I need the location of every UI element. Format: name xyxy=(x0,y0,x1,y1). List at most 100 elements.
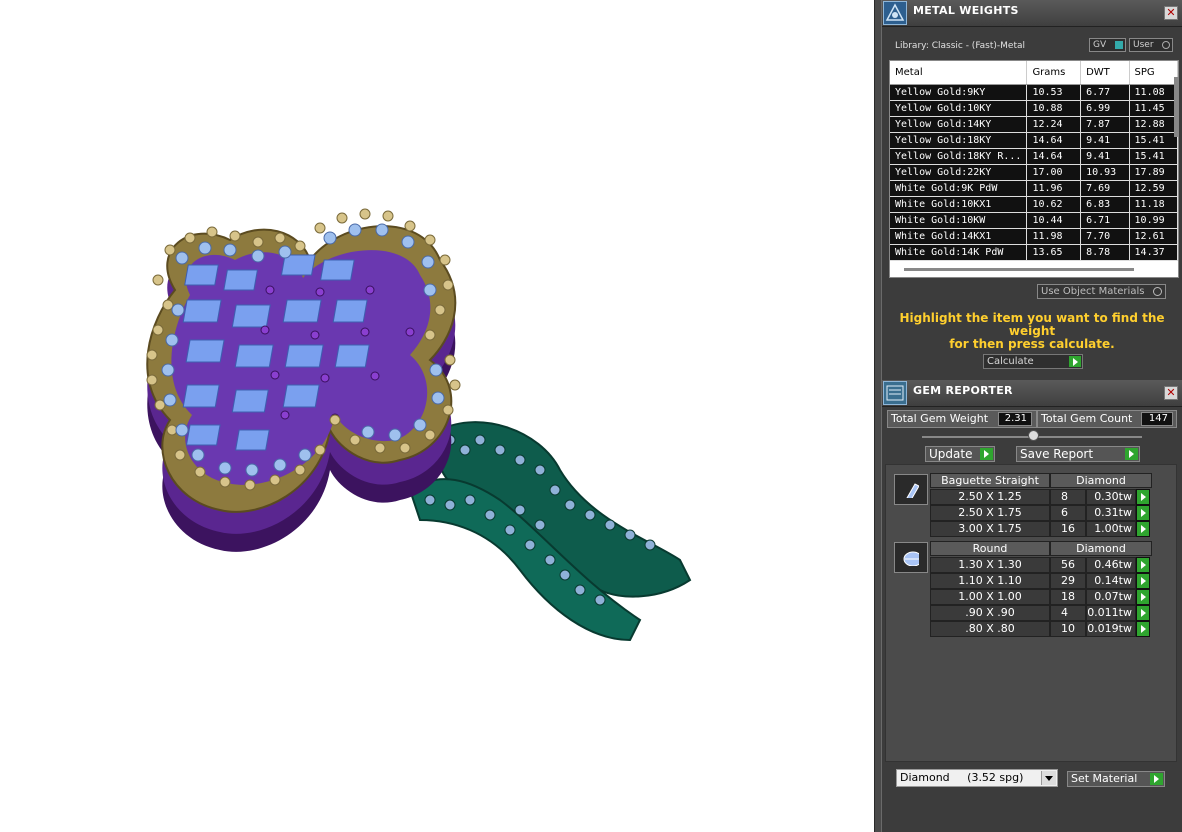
go-arrow-icon xyxy=(1069,356,1081,367)
col-grams[interactable]: Grams xyxy=(1026,61,1082,85)
update-label: Update xyxy=(929,447,973,461)
dwt-value: 6.99 xyxy=(1080,100,1130,117)
metal-table-header: Metal Grams DWT SPG xyxy=(890,61,1178,85)
metal-row[interactable]: Yellow Gold:18KY 14.64 9.41 15.41 xyxy=(890,132,1178,149)
metal-row[interactable]: White Gold:14K PdW 13.65 8.78 14.37 xyxy=(890,244,1178,261)
close-icon[interactable]: ✕ xyxy=(1164,386,1178,400)
material-label: Diamond xyxy=(1050,473,1152,488)
metal-row[interactable]: Yellow Gold:18KY R... 14.64 9.41 15.41 xyxy=(890,148,1178,165)
user-toggle[interactable]: User xyxy=(1129,38,1173,52)
go-arrow-icon[interactable] xyxy=(1136,573,1150,589)
metal-name: Yellow Gold:10KY xyxy=(890,100,1028,117)
go-arrow-icon[interactable] xyxy=(1136,557,1150,573)
calculate-button[interactable]: Calculate xyxy=(983,354,1083,369)
gem-totals: Total Gem Weight 2.31 Total Gem Count 14… xyxy=(887,410,1177,428)
total-gem-count-value: 147 xyxy=(1141,412,1173,426)
gem-total-weight: 0.31tw xyxy=(1086,505,1136,521)
spg-value: 12.88 xyxy=(1129,116,1178,133)
save-report-label: Save Report xyxy=(1020,447,1094,461)
dwt-value: 7.87 xyxy=(1080,116,1130,133)
use-object-materials-toggle[interactable]: Use Object Materials xyxy=(1037,284,1166,299)
go-arrow-icon[interactable] xyxy=(1136,489,1150,505)
gem-report-list[interactable]: Baguette Straight Diamond 2.50 X 1.25 8 … xyxy=(885,464,1177,762)
library-label: Library: Classic - (Fast)-Metal xyxy=(895,41,1026,51)
metal-row[interactable]: Yellow Gold:14KY 12.24 7.87 12.88 xyxy=(890,116,1178,133)
metal-table[interactable]: Metal Grams DWT SPG Yellow Gold:9KY 10.53… xyxy=(889,60,1179,278)
shape-label: Round xyxy=(930,541,1050,556)
set-material-button[interactable]: Set Material xyxy=(1067,771,1165,787)
gem-count: 56 xyxy=(1050,557,1086,573)
set-material-label: Set Material xyxy=(1071,772,1138,785)
gv-toggle[interactable]: GV xyxy=(1089,38,1126,52)
gem-reporter-icon xyxy=(883,381,907,405)
spg-value: 12.61 xyxy=(1129,228,1178,245)
spg-value: 11.08 xyxy=(1129,84,1178,101)
green-bail xyxy=(408,421,692,642)
spg-value: 10.99 xyxy=(1129,212,1178,229)
col-dwt[interactable]: DWT xyxy=(1080,61,1130,85)
metal-row[interactable]: Yellow Gold:10KY 10.88 6.99 11.45 xyxy=(890,100,1178,117)
vertical-scrollbar[interactable] xyxy=(1174,77,1178,137)
grams-value: 11.96 xyxy=(1026,180,1082,197)
col-metal[interactable]: Metal xyxy=(890,61,1028,85)
3d-viewport[interactable] xyxy=(0,0,874,832)
gem-count: 18 xyxy=(1050,589,1086,605)
gem-size: 2.50 X 1.75 xyxy=(930,505,1050,521)
material-select-value: Diamond (3.52 spg) xyxy=(900,771,1024,784)
close-icon[interactable]: ✕ xyxy=(1164,6,1178,20)
dwt-value: 9.41 xyxy=(1080,148,1130,165)
gem-size: 2.50 X 1.25 xyxy=(930,489,1050,505)
grams-value: 14.64 xyxy=(1026,132,1082,149)
gv-toggle-label: GV xyxy=(1093,40,1107,50)
pendant-model xyxy=(146,208,692,642)
spg-value: 14.37 xyxy=(1129,244,1178,261)
gem-total-weight: 0.46tw xyxy=(1086,557,1136,573)
metal-weights-panel: METAL WEIGHTS ✕ Library: Classic - (Fast… xyxy=(882,0,1182,380)
update-button[interactable]: Update xyxy=(925,446,995,462)
gem-total-weight: 1.00tw xyxy=(1086,521,1136,537)
go-arrow-icon xyxy=(1150,773,1163,785)
go-arrow-icon[interactable] xyxy=(1136,605,1150,621)
chevron-down-icon[interactable] xyxy=(1041,771,1056,785)
metal-row[interactable]: White Gold:14KX1 11.98 7.70 12.61 xyxy=(890,228,1178,245)
metal-name: White Gold:10KX1 xyxy=(890,196,1028,213)
horizontal-scrollbar[interactable] xyxy=(904,268,1134,271)
dwt-value: 9.41 xyxy=(1080,132,1130,149)
shape-label: Baguette Straight xyxy=(930,473,1050,488)
hint-line-1: Highlight the item you want to find the … xyxy=(899,311,1165,338)
save-report-button[interactable]: Save Report xyxy=(1016,446,1140,462)
grams-value: 17.00 xyxy=(1026,164,1082,181)
material-select[interactable]: Diamond (3.52 spg) xyxy=(896,769,1058,787)
go-arrow-icon[interactable] xyxy=(1136,505,1150,521)
gem-reporter-title: GEM REPORTER xyxy=(913,384,1013,397)
metal-row[interactable]: Yellow Gold:9KY 10.53 6.77 11.08 xyxy=(890,84,1178,101)
metal-name: Yellow Gold:18KY R... xyxy=(890,148,1028,165)
spg-value: 17.89 xyxy=(1129,164,1178,181)
grams-value: 12.24 xyxy=(1026,116,1082,133)
spg-value: 15.41 xyxy=(1129,132,1178,149)
round-gem-icon[interactable] xyxy=(894,542,928,573)
metal-weights-title: METAL WEIGHTS xyxy=(913,4,1019,17)
grams-value: 10.44 xyxy=(1026,212,1082,229)
baguette-gem-icon[interactable] xyxy=(894,474,928,505)
metal-row[interactable]: White Gold:9K PdW 11.96 7.69 12.59 xyxy=(890,180,1178,197)
go-arrow-icon[interactable] xyxy=(1136,589,1150,605)
metal-row[interactable]: White Gold:10KW 10.44 6.71 10.99 xyxy=(890,212,1178,229)
go-arrow-icon[interactable] xyxy=(1136,621,1150,637)
spg-value: 11.45 xyxy=(1129,100,1178,117)
gem-total-weight: 0.011tw xyxy=(1086,605,1136,621)
dwt-value: 7.69 xyxy=(1080,180,1130,197)
go-arrow-icon xyxy=(980,448,993,460)
slider-thumb[interactable] xyxy=(1028,430,1039,441)
metal-name: White Gold:14K PdW xyxy=(890,244,1028,261)
panel-splitter[interactable] xyxy=(874,0,882,832)
report-slider[interactable] xyxy=(922,430,1142,441)
col-spg[interactable]: SPG xyxy=(1129,61,1178,85)
total-gem-weight-value: 2.31 xyxy=(998,412,1032,426)
metal-row[interactable]: Yellow Gold:22KY 17.00 10.93 17.89 xyxy=(890,164,1178,181)
spg-value: 11.18 xyxy=(1129,196,1178,213)
go-arrow-icon[interactable] xyxy=(1136,521,1150,537)
gem-size: .80 X .80 xyxy=(930,621,1050,637)
metal-row[interactable]: White Gold:10KX1 10.62 6.83 11.18 xyxy=(890,196,1178,213)
gem-count: 8 xyxy=(1050,489,1086,505)
